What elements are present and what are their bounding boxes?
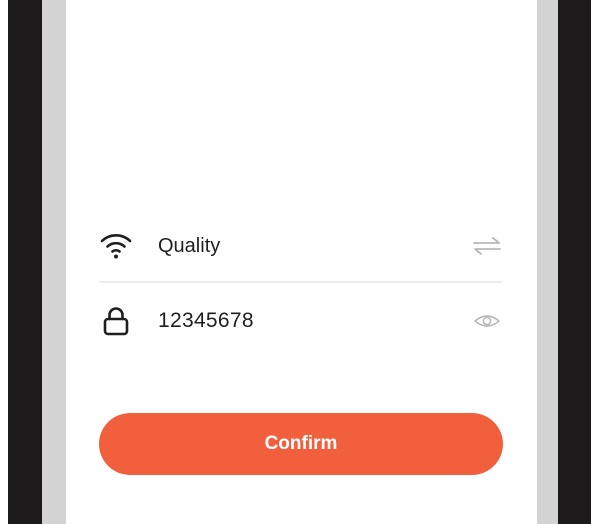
app-screen: Quality 12345678 Confirm (66, 0, 537, 524)
password-field[interactable]: 12345678 (99, 296, 502, 346)
device-frame-left (42, 0, 66, 524)
field-divider (99, 281, 502, 283)
wifi-name-field[interactable]: Quality (99, 221, 502, 271)
device-bezel-right (558, 0, 591, 524)
password-value: 12345678 (158, 309, 254, 332)
device-frame-right (537, 0, 558, 524)
lock-icon (99, 306, 133, 336)
wifi-name-value: Quality (158, 235, 221, 257)
switch-network-icon[interactable] (472, 235, 502, 257)
confirm-button[interactable]: Confirm (99, 413, 503, 475)
device-bezel-left (8, 0, 42, 524)
wifi-icon (99, 231, 133, 261)
eye-icon[interactable] (472, 310, 502, 332)
